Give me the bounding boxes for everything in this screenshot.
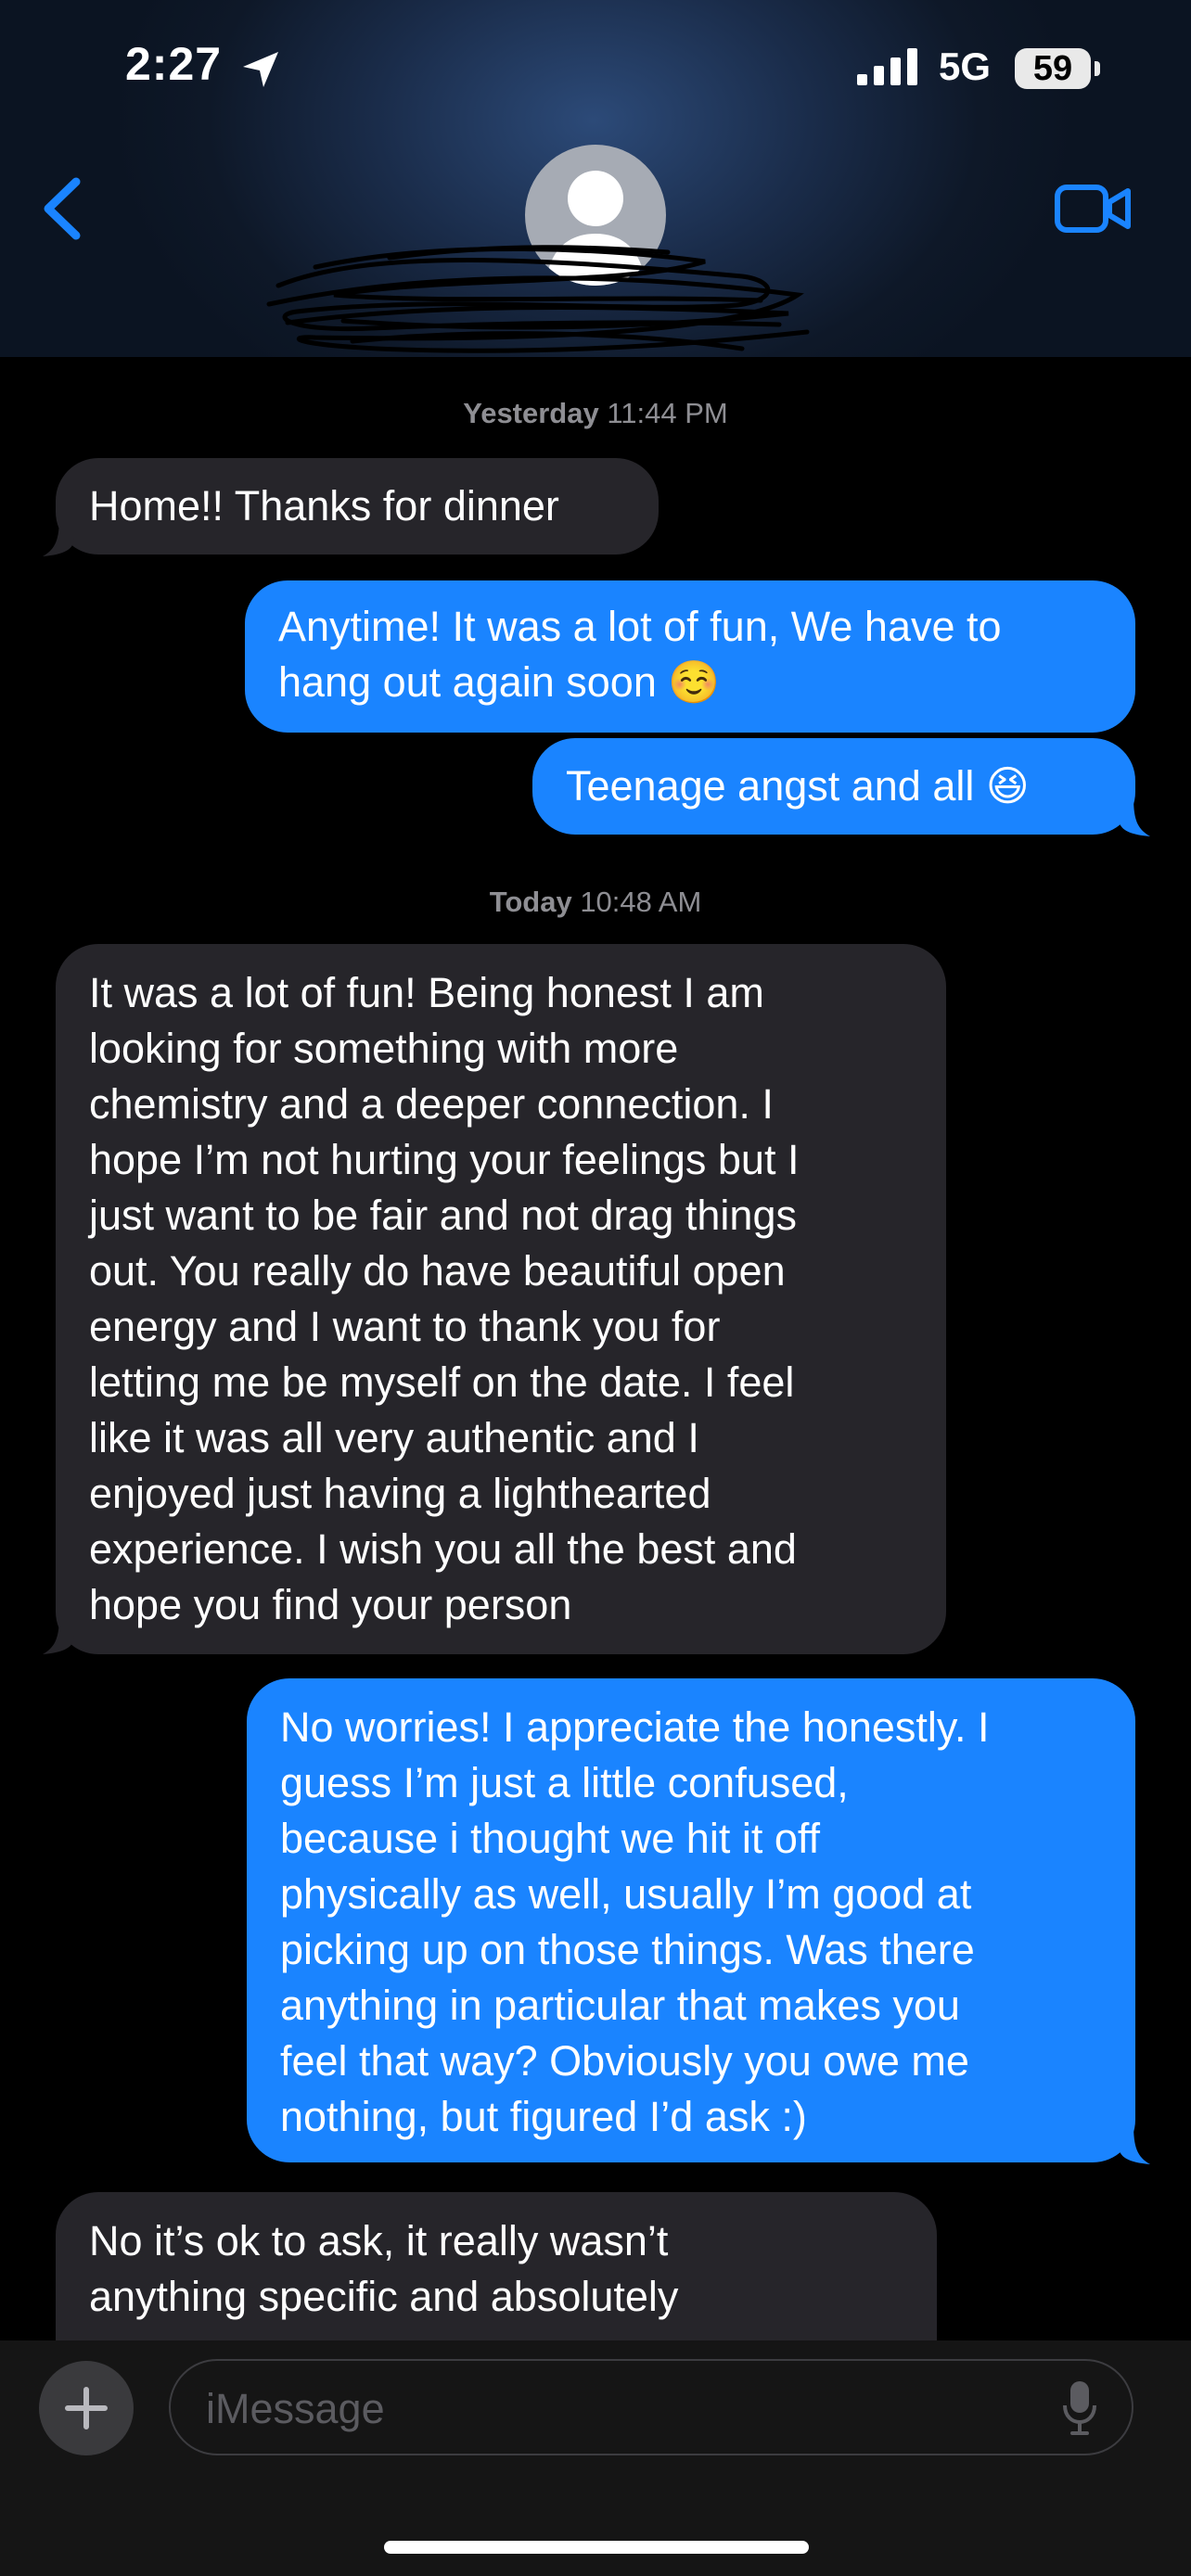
incoming-message-bubble[interactable]: Home!! Thanks for dinner <box>56 458 659 555</box>
incoming-bubble-tail <box>43 1613 74 1654</box>
outgoing-message-bubble[interactable]: Teenage angst and all 😆 <box>532 738 1135 835</box>
input-placeholder: iMessage <box>206 2385 385 2432</box>
message-text-line: because i thought we hit it off <box>280 1815 821 1862</box>
message-text-line: hope you find your person <box>89 1581 572 1628</box>
incoming-message-bubble[interactable]: It was a lot of fun! Being honest I am l… <box>56 944 946 1654</box>
message-text-line: nothing, but figured I’d ask :) <box>280 2093 807 2140</box>
message-text-line: chemistry and a deeper connection. I <box>89 1080 774 1128</box>
outgoing-bubble-tail <box>1119 2123 1150 2164</box>
message-text-line: just want to be fair and not drag things <box>89 1192 797 1239</box>
back-chevron-icon[interactable] <box>41 176 83 241</box>
plus-icon <box>65 2387 108 2429</box>
status-time: 2:27 <box>125 38 223 90</box>
outgoing-message-bubble[interactable]: Anytime! It was a lot of fun, We have to… <box>245 580 1135 733</box>
video-call-icon[interactable] <box>1054 182 1132 236</box>
message-text-line: like it was all very authentic and I <box>89 1414 699 1461</box>
message-text-line: It was a lot of fun! Being honest I am <box>89 969 764 1016</box>
apps-plus-button[interactable] <box>39 2361 134 2455</box>
message-text-line: physically as well, usually I’m good at <box>280 1870 972 1918</box>
message-text-line: feel that way? Obviously you owe me <box>280 2037 969 2085</box>
message-text-line: hang out again soon ☺️ <box>278 658 721 706</box>
microphone-icon[interactable] <box>1061 2379 1098 2437</box>
message-text-line: out. You really do have beautiful open <box>89 1247 786 1294</box>
message-text-line: anything specific and absolutely <box>89 2273 679 2320</box>
message-text-line: energy and I want to thank you for <box>89 1303 721 1350</box>
network-type: 5G <box>939 45 992 88</box>
timestamp-today: Today 10:48 AM <box>489 886 702 918</box>
redaction-scribble <box>266 245 810 353</box>
message-text-line: hope I’m not hurting your feelings but I <box>89 1136 800 1183</box>
message-text: Home!! Thanks for dinner <box>89 482 559 529</box>
incoming-bubble-tail <box>43 516 74 556</box>
message-text-line: picking up on those things. Was there <box>280 1926 975 1973</box>
battery-nub <box>1095 61 1100 76</box>
home-indicator[interactable] <box>384 2541 809 2554</box>
message-text: Teenage angst and all 😆 <box>566 762 1030 810</box>
timestamp-yesterday: Yesterday 11:44 PM <box>463 397 728 429</box>
message-text-line: No it’s ok to ask, it really wasn’t <box>89 2217 669 2264</box>
imessage-input[interactable]: iMessage <box>169 2359 1133 2455</box>
message-text-line: looking for something with more <box>89 1025 679 1072</box>
location-arrow-icon <box>243 52 278 87</box>
outgoing-bubble-tail <box>1119 796 1150 836</box>
cellular-signal-icon <box>857 48 917 85</box>
message-text-line: anything in particular that makes you <box>280 1982 960 2029</box>
message-text-line: No worries! I appreciate the honestly. I <box>280 1703 990 1751</box>
message-text-line: guess I’m just a little confused, <box>280 1759 849 1806</box>
message-text-line: experience. I wish you all the best and <box>89 1525 797 1573</box>
battery-indicator: 59 <box>1015 48 1091 89</box>
outgoing-message-bubble[interactable]: No worries! I appreciate the honestly. I… <box>247 1678 1135 2162</box>
message-text-line: enjoyed just having a lighthearted <box>89 1470 711 1517</box>
message-text-line: letting me be myself on the date. I feel <box>89 1358 795 1406</box>
message-text-line: Anytime! It was a lot of fun, We have to <box>278 603 1002 650</box>
